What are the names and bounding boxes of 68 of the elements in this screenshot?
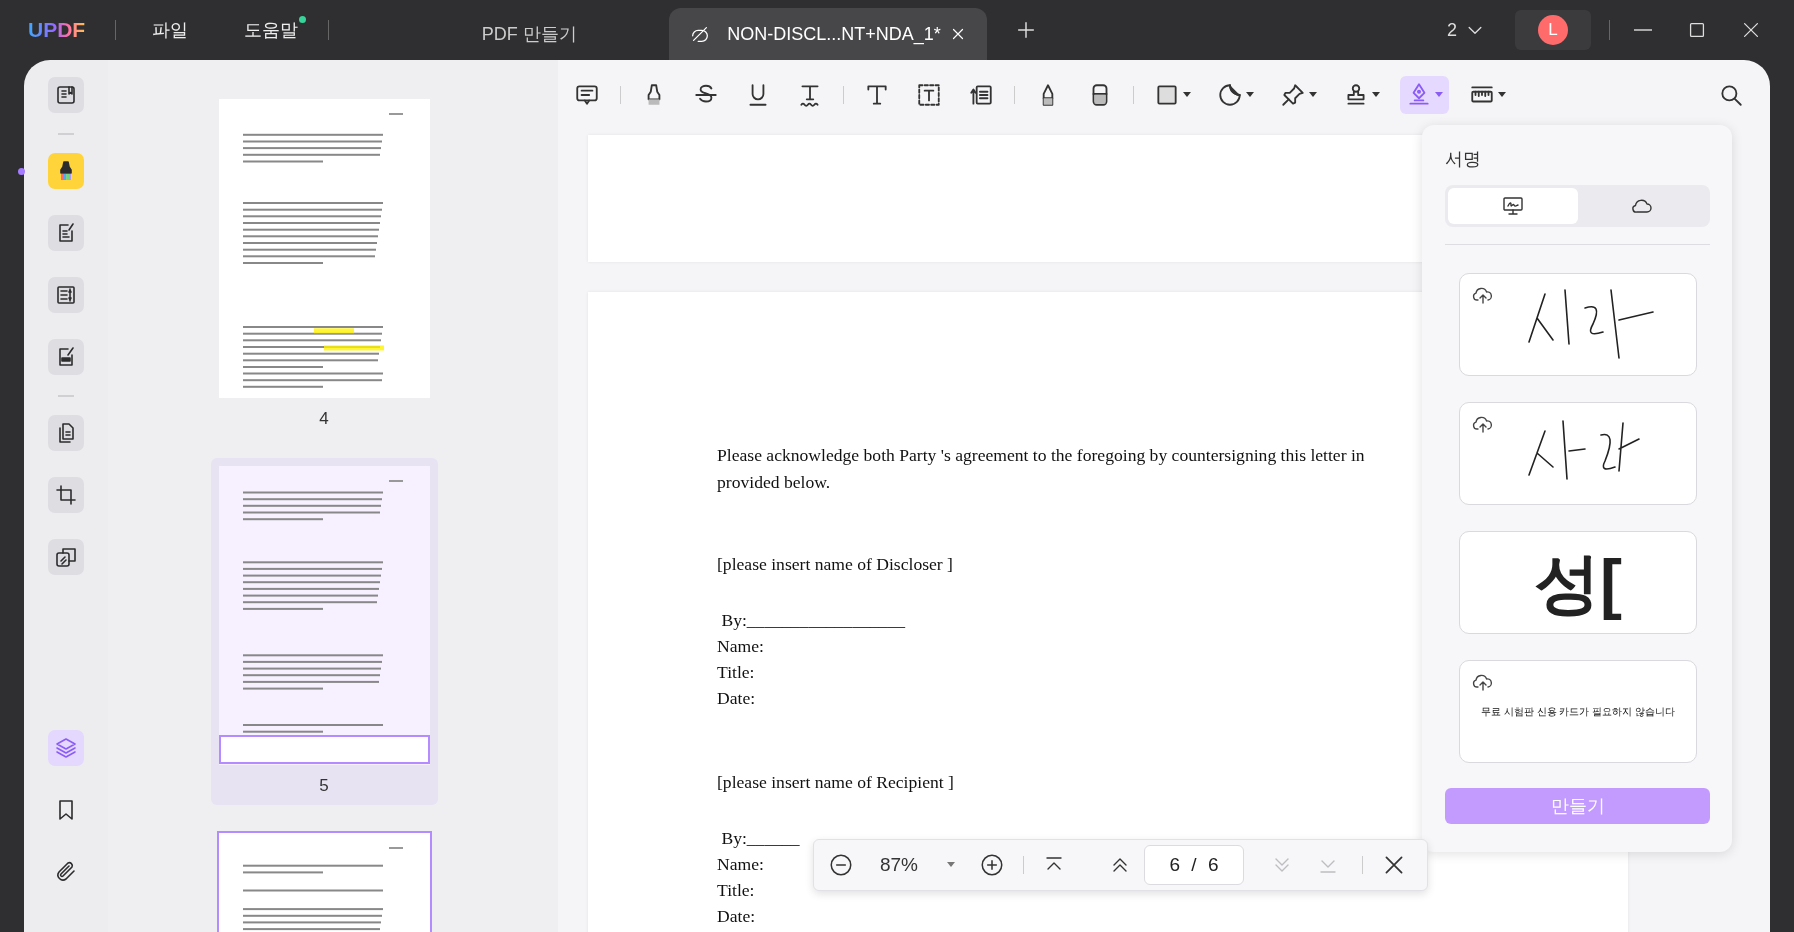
signature-field-label: Title:: [717, 879, 755, 902]
layers-icon: [54, 736, 78, 760]
signature-field-label: Date:: [717, 905, 756, 928]
crop-icon: [54, 483, 78, 507]
text-box-icon: [916, 82, 942, 108]
zoom-out-icon: [828, 852, 854, 878]
window-count: 2: [1447, 18, 1457, 42]
menu-item[interactable]: 도움말: [238, 12, 305, 48]
document-tab[interactable]: PDF 만들기: [429, 8, 630, 60]
signature-card[interactable]: 성[: [1459, 531, 1697, 634]
page-number: 4: [319, 408, 329, 430]
page-field[interactable]: 6 / 6: [1144, 845, 1244, 885]
zoom-in-button[interactable]: [979, 852, 1005, 878]
zoom-dropdown[interactable]: [944, 862, 955, 868]
party-heading: [please insert name of Recipient ]: [717, 771, 954, 794]
sidebar-tool[interactable]: [48, 539, 84, 575]
notification-dot: [299, 15, 307, 23]
signature-field-label: Name:: [717, 635, 764, 658]
zoom-in-icon: [979, 852, 1005, 878]
sidebar-tool[interactable]: [48, 415, 84, 451]
page-thumbnail[interactable]: [218, 466, 430, 765]
book-icon: [54, 83, 78, 107]
sidebar-tool[interactable]: [48, 277, 84, 313]
square-icon: [1154, 82, 1180, 108]
signature-card[interactable]: [1459, 273, 1697, 376]
tab-title: PDF 만들기: [481, 22, 577, 46]
paperclip-icon: [54, 860, 78, 884]
signature-field-label: Title:: [717, 661, 755, 684]
signature-field-label: By:__________________: [720, 609, 906, 632]
panel-title: 서명: [1445, 148, 1482, 171]
monitor-signature-icon: [1500, 194, 1525, 218]
caret-icon: [1435, 92, 1443, 98]
sidebar-tool[interactable]: [48, 339, 84, 375]
page-number: 5: [319, 775, 329, 797]
caret-icon: [1498, 92, 1506, 98]
signature-field-label: By:______: [720, 827, 800, 850]
active-indicator: [18, 168, 25, 175]
sidebar-tool[interactable]: [48, 477, 84, 513]
signature-field-label: Name:: [717, 853, 764, 876]
text-icon: [864, 82, 890, 108]
party-heading: [please insert name of Discloser ]: [717, 553, 953, 576]
search-icon: [1718, 82, 1744, 108]
signature-card[interactable]: [1459, 402, 1697, 505]
pen-nib-icon: [1406, 82, 1432, 108]
sidebar-tool[interactable]: [48, 77, 84, 113]
tab-title: NON-DISCL...NT+NDA_1*: [727, 22, 941, 47]
caret-icon: [947, 862, 955, 868]
caret-icon: [1183, 92, 1191, 98]
caret-icon: [1309, 92, 1317, 98]
caret-icon: [1246, 92, 1254, 98]
letter-text: provided below.: [717, 471, 831, 494]
zoom-out-button[interactable]: [828, 852, 854, 878]
form-icon: [54, 283, 78, 307]
signature-field-label: Date:: [717, 687, 756, 710]
minimize-icon: [1634, 29, 1652, 31]
signature-text: 무료 시험판 신용 카드가 필요하지 않습니다: [1481, 705, 1675, 719]
document-tab[interactable]: NON-DISCL...NT+NDA_1*: [669, 8, 988, 60]
text-callout-icon: [968, 82, 994, 108]
menu-item[interactable]: 파일: [146, 12, 195, 48]
sticker-icon: [1217, 82, 1243, 108]
pin-icon: [1280, 82, 1306, 108]
zoom-level: 87%: [879, 852, 919, 877]
segment-tab[interactable]: [1448, 188, 1578, 224]
letter-text: Please acknowledge both Party 's agreement to the foregoing by countersigning this letter in: [717, 444, 1365, 467]
caret-icon: [1372, 92, 1380, 98]
copy-icon: [54, 545, 78, 569]
sidebar-tool[interactable]: [48, 215, 84, 251]
signature-card[interactable]: 무료 시험판 신용 카드가 필요하지 않습니다: [1459, 660, 1697, 763]
